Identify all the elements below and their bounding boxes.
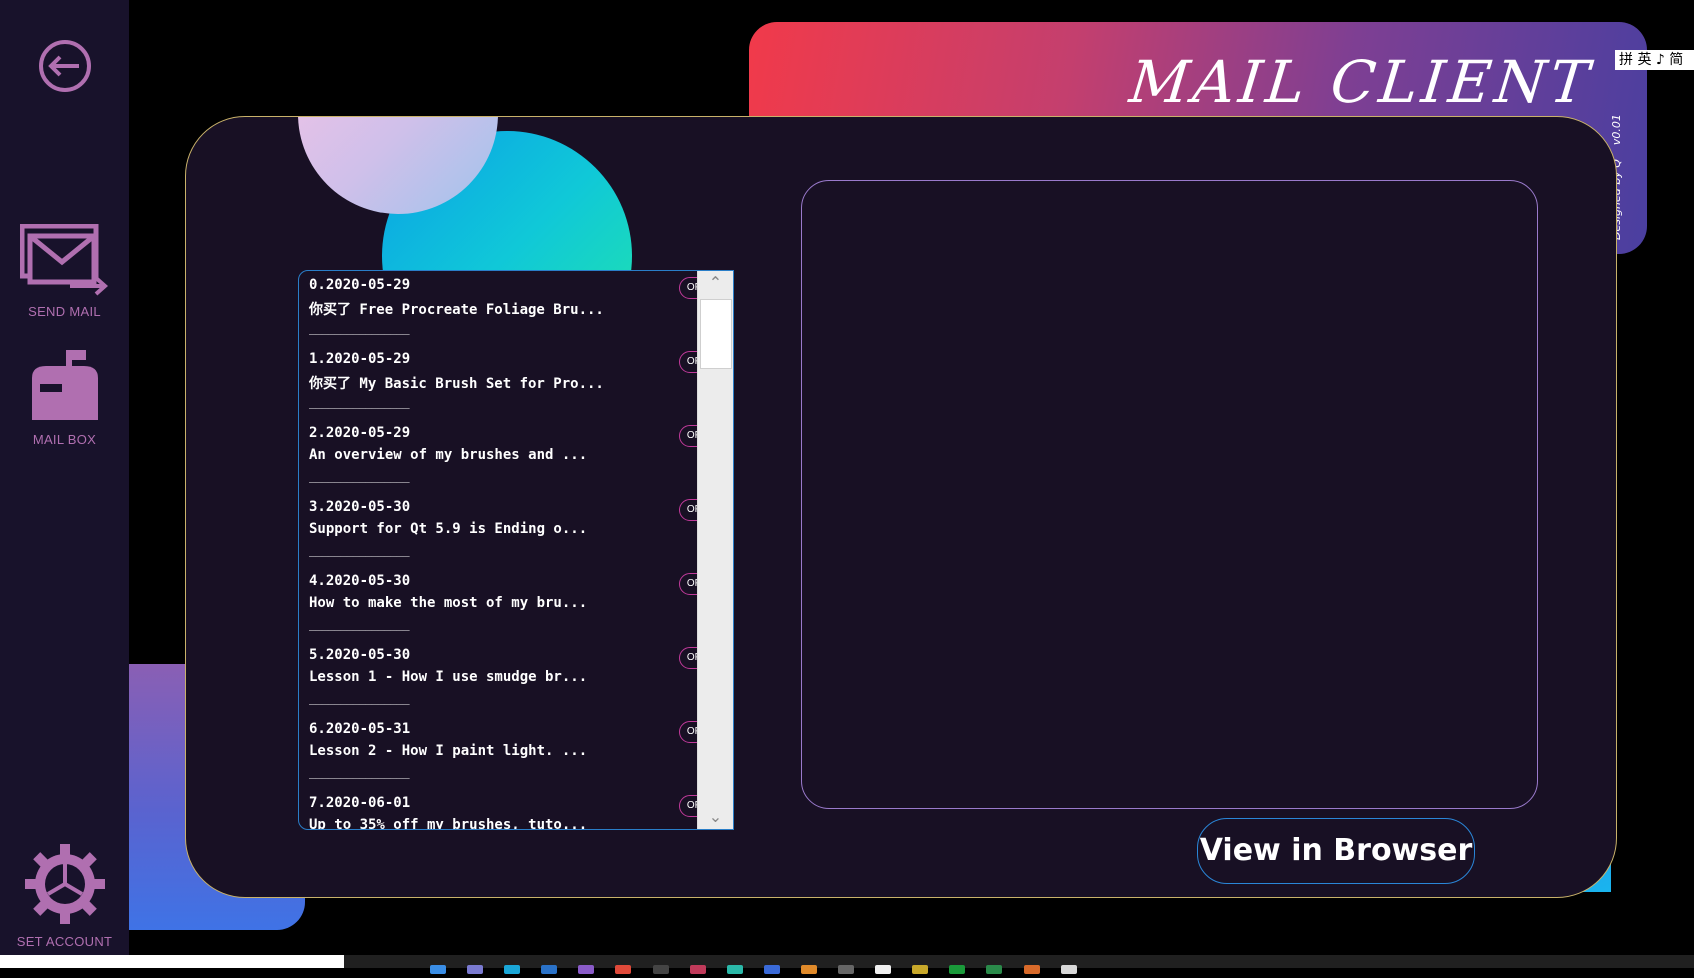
list-item[interactable]: 4.2020-05-30 How to make the most of my …	[299, 567, 733, 641]
mail-subject: Up to 35% off my brushes, tuto...	[309, 817, 588, 830]
mail-subject: Lesson 1 - How I use smudge br...	[309, 669, 588, 685]
scroll-thumb[interactable]	[700, 299, 732, 369]
taskbar-app-icon[interactable]	[652, 965, 669, 974]
list-item[interactable]: 0.2020-05-29 你买了 Free Procreate Foliage …	[299, 271, 733, 345]
mail-separator: ________________	[309, 765, 410, 779]
mail-separator: ________________	[309, 469, 410, 483]
taskbar-icons	[430, 959, 1093, 978]
mail-date: 6.2020-05-31	[309, 721, 411, 737]
mail-separator: ________________	[309, 617, 410, 631]
back-button[interactable]	[0, 36, 129, 100]
taskbar-app-icon[interactable]	[726, 965, 743, 974]
mail-subject: How to make the most of my bru...	[309, 595, 588, 611]
taskbar-app-icon[interactable]	[541, 965, 558, 974]
list-item[interactable]: 6.2020-05-31 Lesson 2 - How I paint ligh…	[299, 715, 733, 789]
sidebar-item-set-account-label: SET ACCOUNT	[16, 934, 113, 949]
view-in-browser-button[interactable]: View in Browser	[1197, 818, 1475, 884]
mail-list-items: 0.2020-05-29 你买了 Free Procreate Foliage …	[299, 271, 733, 830]
list-item[interactable]: 1.2020-05-29 你买了 My Basic Brush Set for …	[299, 345, 733, 419]
ime-indicator: 拼 英 ♪ 简	[1615, 50, 1694, 70]
mailbox-icon	[31, 350, 98, 420]
taskbar-app-icon[interactable]	[467, 965, 484, 974]
mail-date: 7.2020-06-01	[309, 795, 411, 811]
mail-list[interactable]: 0.2020-05-29 你买了 Free Procreate Foliage …	[298, 270, 734, 830]
taskbar-app-icon[interactable]	[949, 965, 966, 974]
mail-date: 0.2020-05-29	[309, 277, 411, 293]
taskbar-app-icon[interactable]	[986, 965, 1003, 974]
mail-date: 1.2020-05-29	[309, 351, 411, 367]
mail-date: 3.2020-05-30	[309, 499, 411, 515]
taskbar-app-icon[interactable]	[912, 965, 929, 974]
taskbar-app-icon[interactable]	[1023, 965, 1040, 974]
list-item[interactable]: 2.2020-05-29 An overview of my brushes a…	[299, 419, 733, 493]
mail-subject: 你买了 My Basic Brush Set for Pro...	[309, 376, 604, 392]
send-mail-icon	[19, 223, 108, 296]
set-account-button[interactable]: SET ACCOUNT	[0, 842, 129, 949]
mail-separator: ________________	[309, 321, 410, 335]
mail-separator: ________________	[309, 395, 410, 409]
sidebar-item-send-mail-label: SEND MAIL	[28, 304, 101, 319]
taskbar-app-icon[interactable]	[1060, 965, 1077, 974]
taskbar-start-area	[0, 955, 344, 968]
taskbar-app-icon[interactable]	[578, 965, 595, 974]
back-icon	[38, 40, 91, 92]
mail-reader-panel[interactable]	[801, 180, 1538, 809]
taskbar-app-icon[interactable]	[504, 965, 521, 974]
scroll-up-arrow-icon[interactable]: ⌃	[698, 271, 733, 295]
taskbar-app-icon[interactable]	[689, 965, 706, 974]
version-label: v0.01	[1610, 114, 1623, 146]
sidebar: SEND MAIL MAIL BOX SET ACCOUNT	[0, 0, 129, 955]
taskbar-app-icon[interactable]	[430, 965, 446, 974]
taskbar-app-icon[interactable]	[763, 965, 780, 974]
mail-date: 5.2020-05-30	[309, 647, 411, 663]
taskbar-app-icon[interactable]	[615, 965, 632, 974]
app-title: MAIL CLIENT	[1126, 48, 1597, 116]
mail-date: 2.2020-05-29	[309, 425, 411, 441]
sidebar-item-mail-box-label: MAIL BOX	[32, 432, 97, 447]
send-mail-button[interactable]: SEND MAIL	[0, 223, 129, 319]
mail-subject: Support for Qt 5.9 is Ending o...	[309, 521, 588, 537]
mail-subject: An overview of my brushes and ...	[309, 447, 588, 463]
taskbar-app-icon[interactable]	[800, 965, 817, 974]
list-item[interactable]: 3.2020-05-30 Support for Qt 5.9 is Endin…	[299, 493, 733, 567]
taskbar-app-icon[interactable]	[875, 965, 892, 974]
mail-subject: 你买了 Free Procreate Foliage Bru...	[309, 302, 604, 318]
scroll-down-arrow-icon[interactable]: ⌄	[698, 805, 733, 829]
mail-separator: ________________	[309, 691, 410, 705]
list-item[interactable]: 5.2020-05-30 Lesson 1 - How I use smudge…	[299, 641, 733, 715]
gear-icon	[24, 844, 105, 924]
scrollbar[interactable]: ⌃ ⌄	[697, 271, 733, 829]
list-item[interactable]: 7.2020-06-01 Up to 35% off my brushes, t…	[299, 789, 733, 830]
mail-date: 4.2020-05-30	[309, 573, 411, 589]
mail-separator: ________________	[309, 543, 410, 557]
mail-subject: Lesson 2 - How I paint light. ...	[309, 743, 588, 759]
taskbar-app-icon[interactable]	[838, 965, 855, 974]
mailbox-button[interactable]: MAIL BOX	[0, 348, 129, 447]
